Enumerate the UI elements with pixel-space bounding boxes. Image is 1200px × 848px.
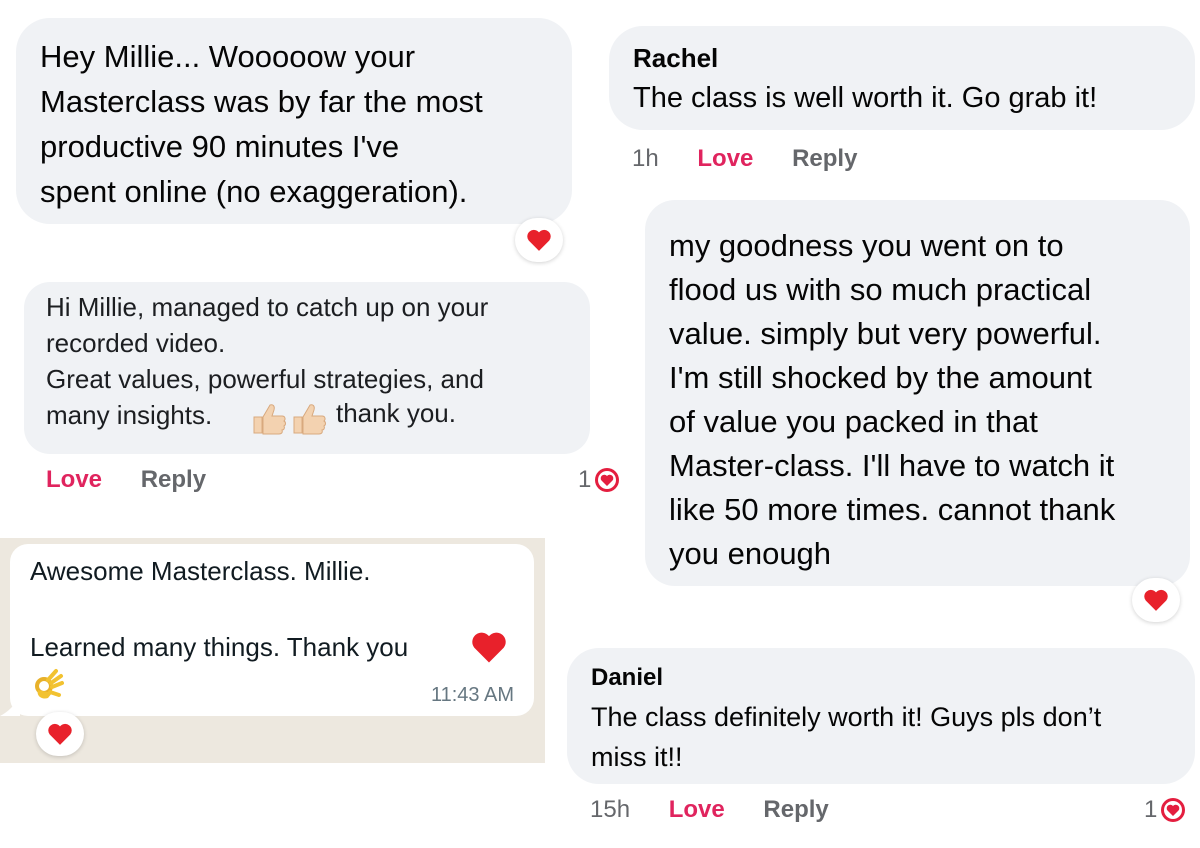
heart-reaction-icon <box>1161 798 1186 822</box>
message-timestamp: 11:43 AM <box>430 684 514 706</box>
comment-time: 15h <box>590 796 631 823</box>
reply-button[interactable]: Reply <box>763 796 828 823</box>
comment-text: The class is well worth it. Go grab it! <box>633 82 1098 114</box>
comment-text: Hey Millie... Wooooow your Masterclass w… <box>40 39 483 209</box>
reaction-count[interactable]: 1 <box>578 466 620 494</box>
heart-reaction-badge[interactable] <box>36 712 84 756</box>
heart-reaction-badge[interactable] <box>1132 578 1180 622</box>
comment-actions: 1h Love Reply <box>632 145 857 173</box>
reply-button[interactable]: Reply <box>141 466 206 493</box>
comment-bubble-1: Hey Millie... Wooooow your Masterclass w… <box>16 18 572 224</box>
comment-time: 1h <box>632 145 659 172</box>
heart-icon <box>48 723 72 745</box>
comment-bubble-4: my goodness you went on to flood us with… <box>645 200 1190 586</box>
love-button[interactable]: Love <box>697 145 753 172</box>
comment-bubble-2: Hi Millie, managed to catch up on your r… <box>24 282 590 454</box>
comment-author[interactable]: Rachel <box>633 43 718 74</box>
love-button[interactable]: Love <box>46 466 102 493</box>
comment-text: my goodness you went on to flood us with… <box>669 228 1116 571</box>
comment-actions: 15h Love Reply <box>590 796 829 824</box>
heart-reaction-icon <box>595 468 620 492</box>
thumbs-up-icon <box>253 404 326 435</box>
comment-author[interactable]: Daniel <box>591 664 663 692</box>
heart-reaction-badge[interactable] <box>515 218 563 262</box>
message-line-1: Awesome Masterclass. Millie. <box>30 556 371 586</box>
reply-button[interactable]: Reply <box>792 145 857 172</box>
comment-actions: Love Reply <box>46 466 206 494</box>
ok-hand-icon <box>35 669 64 699</box>
love-button[interactable]: Love <box>669 796 725 823</box>
reaction-count-value: 1 <box>1144 796 1158 823</box>
message-line-2: Learned many things. Thank you <box>30 632 409 662</box>
comment-text: The class definitely worth it! Guys pls … <box>591 702 1102 772</box>
reaction-count[interactable]: 1 <box>1144 796 1186 824</box>
heart-icon <box>527 229 551 251</box>
comment-text-end: thank you. <box>336 398 456 428</box>
heart-icon <box>1144 589 1168 611</box>
reaction-count-value: 1 <box>578 466 592 493</box>
heart-icon <box>472 632 506 663</box>
